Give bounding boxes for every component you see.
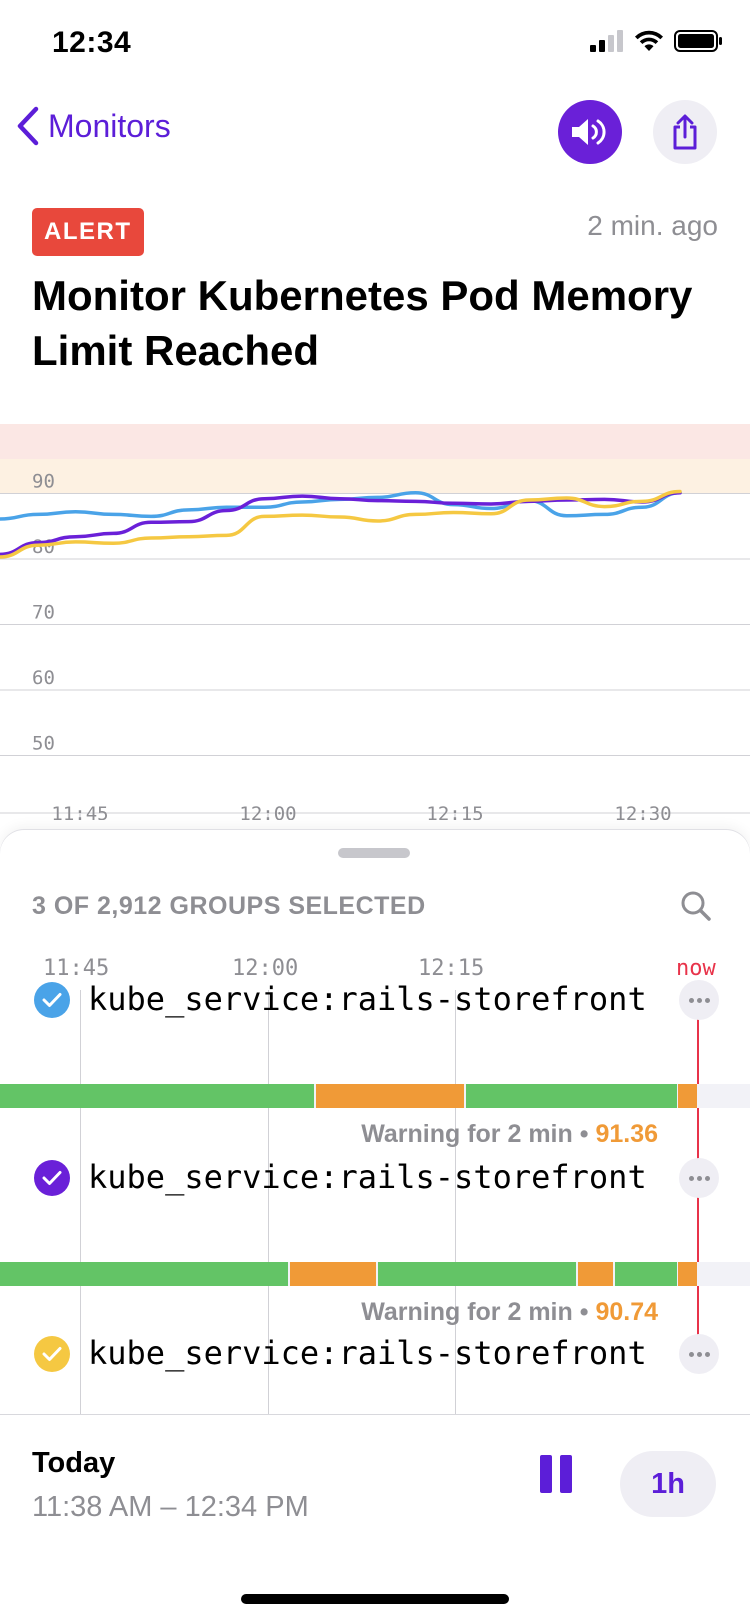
alert-time-ago: 2 min. ago [587,210,718,241]
status-time: 12:34 [52,26,132,59]
time-gridline [80,990,81,1416]
x-tick-label: 12:00 [239,803,296,820]
speaker-icon [572,119,606,145]
group-checkbox[interactable] [34,982,70,1018]
time-range-footer: Today 11:38 AM – 12:34 PM 1h [0,1414,750,1624]
groups-sheet: 3 OF 2,912 GROUPS SELECTED 11:45 12:00 1… [0,830,750,1416]
battery-icon [674,30,722,52]
warning-threshold-band [0,459,750,493]
y-tick-label: 90 [32,471,55,493]
warning-value: 91.36 [595,1120,658,1148]
home-indicator [241,1594,509,1604]
separator-dot: • [579,1120,589,1148]
x-tick-label: 11:45 [51,803,108,820]
time-axis-label: 12:15 [418,956,485,981]
warning-segment [678,1262,697,1286]
back-button[interactable]: Monitors [16,106,171,146]
monitor-title: Monitor Kubernetes Pod Memory Limit Reac… [32,272,693,374]
warning-segment [678,1084,697,1108]
y-tick-label: 50 [32,733,55,755]
range-selector-button[interactable]: 1h [620,1451,716,1517]
warning-value: 90.74 [595,1298,658,1326]
ok-segment [615,1262,677,1286]
group-checkbox[interactable] [34,1160,70,1196]
alert-threshold-band [0,424,750,459]
x-tick-label: 12:15 [426,803,483,820]
more-options-button[interactable] [679,1334,719,1374]
warning-summary: Warning for 2 min • 91.36 [361,1120,658,1149]
sound-button[interactable] [558,100,622,164]
search-icon[interactable] [680,890,712,922]
separator-dot: • [579,1298,589,1326]
time-range-label: 11:38 AM – 12:34 PM [32,1491,309,1523]
ok-segment [0,1262,288,1286]
group-label[interactable]: kube_service:rails-storefront [88,1158,658,1196]
ok-segment [378,1262,576,1286]
time-axis-label: 12:00 [232,956,299,981]
x-tick-label: 12:30 [614,803,671,820]
ok-segment [0,1084,314,1108]
more-options-button[interactable] [679,980,719,1020]
warning-segment [578,1262,613,1286]
pause-button[interactable] [540,1455,574,1493]
warning-duration: Warning for 2 min [361,1298,573,1326]
wifi-icon [635,30,663,51]
alert-badge: ALERT [32,208,144,256]
checkmark-icon [42,1347,62,1361]
checkmark-icon [42,1171,62,1185]
checkmark-icon [42,993,62,1007]
group-label[interactable]: kube_service:rails-storefront [88,980,658,1018]
time-axis-label: 11:45 [43,956,110,981]
status-timeline-bar [0,1262,750,1286]
day-label: Today [32,1447,116,1479]
series-line [0,491,682,557]
pause-icon [540,1455,552,1493]
share-icon [673,114,697,150]
sheet-grabber[interactable] [338,848,410,858]
warning-summary: Warning for 2 min • 90.74 [361,1298,658,1327]
group-label[interactable]: kube_service:rails-storefront [88,1334,658,1372]
cellular-signal-icon [590,30,623,52]
now-label: now [676,956,716,981]
warning-segment [290,1262,376,1286]
groups-selected-label: 3 OF 2,912 GROUPS SELECTED [32,892,426,920]
warning-segment [315,1084,465,1108]
share-button[interactable] [653,100,717,164]
ok-segment [465,1084,677,1108]
y-tick-label: 60 [32,667,55,689]
warning-duration: Warning for 2 min [361,1120,573,1148]
back-label: Monitors [48,107,171,144]
chevron-left-icon [17,106,39,146]
y-tick-label: 70 [32,602,55,624]
group-checkbox[interactable] [34,1336,70,1372]
more-options-button[interactable] [679,1158,719,1198]
memory-chart: 908070605011:45 12:00 12:15 12:30 [0,424,750,820]
status-icons [590,30,722,52]
series-line [0,491,682,521]
status-timeline-bar [0,1084,750,1108]
series-line [0,489,682,559]
